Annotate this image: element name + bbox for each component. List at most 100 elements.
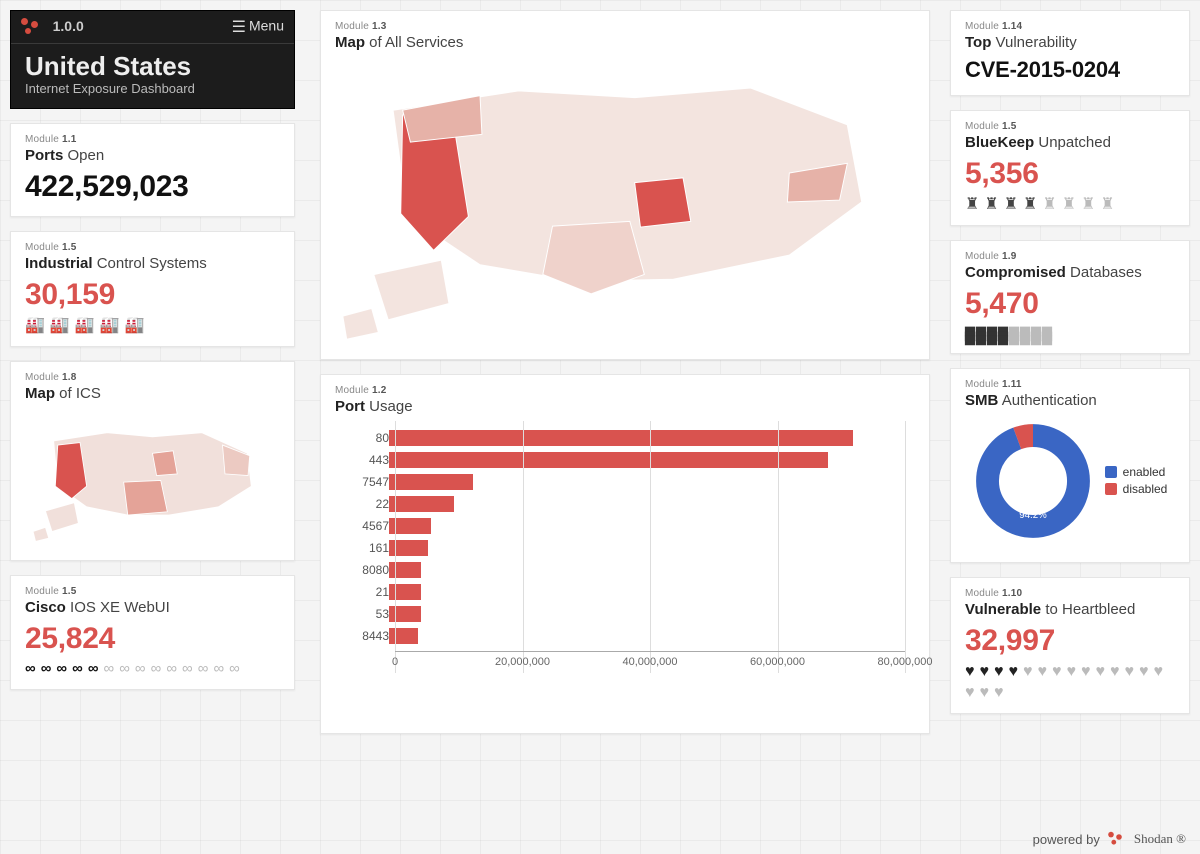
database-icon: ▅▅▅ [965,327,971,341]
bar-row: 53 [395,603,905,625]
version-label: 1.0.0 [53,18,84,34]
bar-fill [389,628,418,644]
module-label: Module 1.9 [965,251,1175,262]
module-label: Module 1.10 [965,588,1175,599]
heart-icon: ♥ [980,664,990,680]
module-label: Module 1.2 [335,385,915,396]
card-port-usage[interactable]: Module 1.2 Port Usage 804437547224567161… [320,374,930,734]
infinity-icon: ∞ [41,660,51,677]
stat-value: 25,824 [25,622,280,656]
icon-strip-rook: ♜♜♜♜♜♜♜♜ [965,197,1175,213]
bar-chart: 804437547224567161808021538443020,000,00… [335,421,915,703]
bar-label: 21 [337,585,389,599]
heart-icon: ♥ [994,664,1004,680]
menu-button[interactable]: ☰Menu [232,17,284,37]
infinity-icon: ∞ [198,660,208,677]
bar-fill [389,540,428,556]
card-smb-auth[interactable]: Module 1.11 SMB Authentication 94.2% ena… [950,368,1190,563]
axis-tick: 20,000,000 [495,656,550,668]
card-title: Compromised Databases [965,264,1175,281]
heart-icon: ♥ [1052,664,1062,680]
module-label: Module 1.5 [25,242,280,253]
bar-label: 161 [337,541,389,555]
module-label: Module 1.14 [965,21,1175,32]
module-label: Module 1.3 [335,21,915,32]
bar-fill [389,562,421,578]
card-title: Ports Open [25,147,280,164]
infinity-icon: ∞ [25,660,35,677]
bar-fill [389,606,421,622]
stat-value: 5,470 [965,287,1175,321]
heart-icon: ♥ [1125,664,1135,680]
card-title: Port Usage [335,398,915,415]
card-map-ics[interactable]: Module 1.8 Map of ICS [10,361,295,561]
bar-row: 22 [395,493,905,515]
card-map-all[interactable]: Module 1.3 Map of All Services [320,10,930,360]
infinity-icon: ∞ [72,660,82,677]
heart-icon: ♥ [1139,664,1149,680]
page-subtitle: Internet Exposure Dashboard [25,81,280,96]
bar-row: 4567 [395,515,905,537]
infinity-icon: ∞ [135,660,145,677]
database-icon: ▅▅▅ [1042,327,1048,341]
bar-fill [389,430,853,446]
card-top-vuln[interactable]: Module 1.14 Top Vulnerability CVE-2015-0… [950,10,1190,96]
menu-label: Menu [249,18,284,34]
infinity-icon: ∞ [166,660,176,677]
card-title: Vulnerable to Heartbleed [965,601,1175,618]
card-title: Map of All Services [335,34,915,51]
donut-center-label: 94.2% [1019,510,1047,521]
bar-label: 8080 [337,563,389,577]
infinity-icon: ∞ [119,660,129,677]
card-bluekeep[interactable]: Module 1.5 BlueKeep Unpatched 5,356 ♜♜♜♜… [950,110,1190,226]
bar-label: 7547 [337,475,389,489]
database-icon: ▅▅▅ [1020,327,1026,341]
axis-tick: 60,000,000 [750,656,805,668]
footer-prefix: powered by [1033,832,1100,847]
icon-strip-heart: ♥♥♥♥♥♥♥♥♥♥♥♥♥♥♥♥♥ [965,664,1175,701]
card-title: Industrial Control Systems [25,255,280,272]
legend-swatch-enabled [1105,466,1117,478]
legend-swatch-disabled [1105,483,1117,495]
module-label: Module 1.1 [25,134,280,145]
bar-label: 80 [337,431,389,445]
header-card: 1.0.0 ☰Menu United States Internet Expos… [10,10,295,109]
database-icon: ▅▅▅ [987,327,993,341]
stat-value: 422,529,023 [25,170,280,204]
infinity-icon: ∞ [182,660,192,677]
legend-label-enabled: enabled [1123,465,1166,479]
heart-icon: ♥ [1154,664,1164,680]
heart-icon: ♥ [1081,664,1091,680]
bar-row: 7547 [395,471,905,493]
donut-chart: 94.2% [973,421,1093,541]
database-icon: ▅▅▅ [1031,327,1037,341]
bar-fill [389,584,421,600]
bar-row: 80 [395,427,905,449]
donut-legend: enabled disabled [1105,462,1168,499]
module-label: Module 1.5 [965,121,1175,132]
card-heartbleed[interactable]: Module 1.10 Vulnerable to Heartbleed 32,… [950,577,1190,714]
heart-icon: ♥ [1067,664,1077,680]
icon-strip-database: ▅▅▅▅▅▅▅▅▅▅▅▅▅▅▅▅▅▅▅▅▅▅▅▅ [965,327,1175,341]
bar-row: 8080 [395,559,905,581]
bar-row: 443 [395,449,905,471]
card-ics[interactable]: Module 1.5 Industrial Control Systems 30… [10,231,295,347]
card-title: Cisco IOS XE WebUI [25,599,280,616]
axis-tick: 40,000,000 [622,656,677,668]
card-ports-open[interactable]: Module 1.1 Ports Open 422,529,023 [10,123,295,217]
legend-label-disabled: disabled [1123,482,1168,496]
card-compromised-db[interactable]: Module 1.9 Compromised Databases 5,470 ▅… [950,240,1190,354]
stat-value: 30,159 [25,278,280,312]
bar-fill [389,474,473,490]
module-label: Module 1.5 [25,586,280,597]
bar-fill [389,518,431,534]
logo-icon [21,18,43,36]
bar-label: 53 [337,607,389,621]
bar-fill [389,452,828,468]
infinity-icon: ∞ [151,660,161,677]
card-cisco[interactable]: Module 1.5 Cisco IOS XE WebUI 25,824 ∞ ∞ ∞… [10,575,295,690]
card-title: Map of ICS [25,385,280,402]
footer-brand[interactable]: Shodan ® [1134,831,1186,847]
heart-icon: ♥ [1110,664,1120,680]
footer: powered by Shodan ® [1033,830,1186,848]
